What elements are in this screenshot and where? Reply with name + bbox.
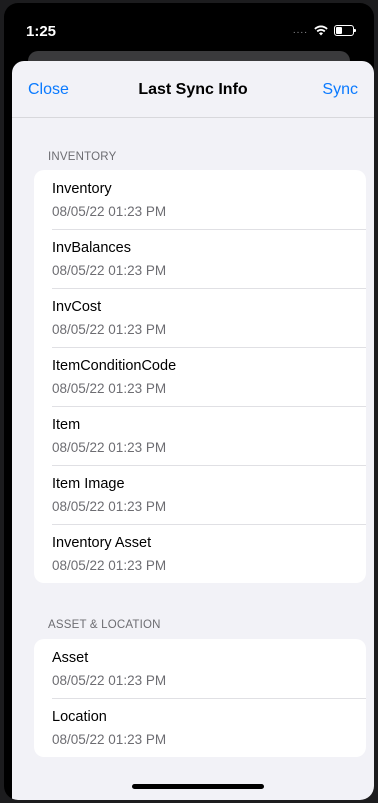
asset-location-list: Asset 08/05/22 01:23 PM Location 08/05/2…: [34, 639, 366, 757]
list-item[interactable]: Inventory Asset 08/05/22 01:23 PM: [34, 524, 366, 583]
item-title: InvCost: [52, 299, 102, 315]
item-title: ItemConditionCode: [52, 358, 177, 374]
inventory-list: Inventory 08/05/22 01:23 PM InvBalances …: [34, 170, 366, 583]
item-timestamp: 08/05/22 01:23 PM: [52, 732, 167, 747]
item-timestamp: 08/05/22 01:23 PM: [52, 263, 167, 278]
item-timestamp: 08/05/22 01:23 PM: [52, 558, 167, 573]
modal-sheet: Close Last Sync Info Sync INVENTORY Inve…: [12, 61, 374, 800]
item-timestamp: 08/05/22 01:23 PM: [52, 381, 167, 396]
list-item[interactable]: Location 08/05/22 01:23 PM: [34, 698, 366, 757]
item-timestamp: 08/05/22 01:23 PM: [52, 499, 167, 514]
navigation-bar: Close Last Sync Info Sync: [12, 61, 374, 118]
list-item[interactable]: InvBalances 08/05/22 01:23 PM: [34, 229, 366, 288]
item-title: Location: [52, 709, 107, 725]
item-timestamp: 08/05/22 01:23 PM: [52, 673, 167, 688]
item-title: Asset: [52, 650, 89, 666]
item-title: Inventory Asset: [52, 535, 152, 551]
item-title: Item Image: [52, 476, 125, 492]
status-time: 1:25: [26, 23, 57, 40]
list-item[interactable]: Item Image 08/05/22 01:23 PM: [34, 465, 366, 524]
item-timestamp: 08/05/22 01:23 PM: [52, 204, 167, 219]
section-header-inventory: INVENTORY: [48, 151, 117, 163]
item-timestamp: 08/05/22 01:23 PM: [52, 322, 167, 337]
battery-icon: [334, 25, 356, 36]
list-item[interactable]: ItemConditionCode 08/05/22 01:23 PM: [34, 347, 366, 406]
item-title: Inventory: [52, 181, 112, 197]
wifi-icon: [314, 25, 328, 36]
item-title: InvBalances: [52, 240, 131, 256]
list-item[interactable]: Inventory 08/05/22 01:23 PM: [34, 170, 366, 229]
sync-button[interactable]: Sync: [322, 81, 358, 99]
device-frame: 1:25 .... Close Last Sync Info Sync INVE…: [4, 3, 374, 800]
item-title: Item: [52, 417, 81, 433]
item-timestamp: 08/05/22 01:23 PM: [52, 440, 167, 455]
list-item[interactable]: Item 08/05/22 01:23 PM: [34, 406, 366, 465]
cellular-signal-icon: ....: [292, 25, 308, 36]
section-header-asset-location: ASSET & LOCATION: [48, 619, 161, 631]
status-indicators: ....: [292, 25, 356, 36]
list-item[interactable]: Asset 08/05/22 01:23 PM: [34, 639, 366, 698]
home-indicator[interactable]: [132, 784, 264, 789]
list-item[interactable]: InvCost 08/05/22 01:23 PM: [34, 288, 366, 347]
close-button[interactable]: Close: [28, 81, 69, 99]
